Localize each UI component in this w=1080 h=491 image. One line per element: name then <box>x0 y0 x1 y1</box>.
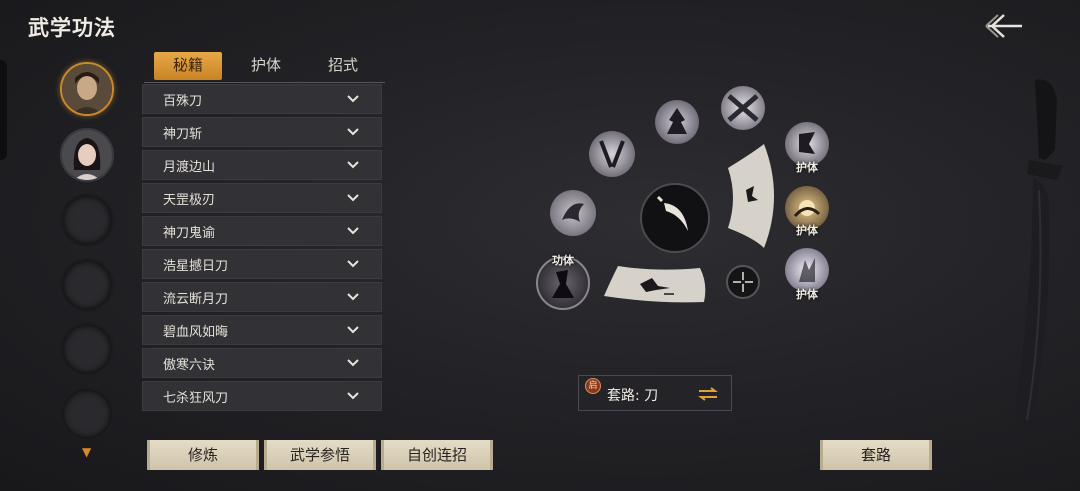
list-item[interactable]: 神刀鬼谕 <box>142 216 382 246</box>
twin-blades-icon <box>599 140 625 168</box>
list-item-label: 七杀狂风刀 <box>163 391 229 406</box>
chevron-down-icon <box>347 392 359 400</box>
tab-secret-manual[interactable]: 秘籍 <box>154 52 222 80</box>
chevron-down-icon <box>347 227 359 235</box>
female-portrait-icon <box>62 130 112 180</box>
skill-ink-swirl[interactable] <box>550 190 596 236</box>
chevron-down-icon <box>347 359 359 367</box>
crosshair-icon <box>733 272 753 292</box>
weapon-blade-image <box>1015 79 1063 440</box>
list-item-label: 浩星撼日刀 <box>163 259 229 274</box>
avatar-slot-empty[interactable] <box>60 322 114 376</box>
list-item[interactable]: 浩星撼日刀 <box>142 249 382 279</box>
tab-body-protection[interactable]: 护体 <box>232 52 300 80</box>
skill-twin-blades[interactable] <box>589 131 635 177</box>
list-item[interactable]: 百殊刀 <box>142 84 382 114</box>
list-item[interactable]: 神刀斩 <box>142 117 382 147</box>
list-item-label: 百殊刀 <box>163 94 203 109</box>
chevron-down-icon <box>347 161 359 169</box>
list-item[interactable]: 碧血风如晦 <box>142 315 382 345</box>
list-item-label: 神刀斩 <box>163 127 203 142</box>
skill-arc-bottom[interactable] <box>600 262 710 306</box>
suit-button[interactable]: 套路 <box>820 440 932 470</box>
list-item-label: 流云断月刀 <box>163 292 229 307</box>
suit-selector[interactable]: 启 套路: 刀 <box>578 375 732 411</box>
avatar-male-hero[interactable] <box>60 62 114 116</box>
tab-moves[interactable]: 招式 <box>309 52 377 80</box>
target-skill[interactable] <box>726 265 760 299</box>
list-item-label: 碧血风如晦 <box>163 325 229 340</box>
list-item[interactable]: 流云断月刀 <box>142 282 382 312</box>
technique-tabs: 秘籍 护体 招式 <box>144 52 385 83</box>
list-item[interactable]: 天罡极刃 <box>142 183 382 213</box>
gongti-label: 功体 <box>552 254 574 267</box>
avatar-slot-empty[interactable] <box>60 258 114 312</box>
practice-button[interactable]: 修炼 <box>147 440 259 470</box>
skill-shadow-figure[interactable] <box>655 100 699 144</box>
huti-label-3: 护体 <box>796 288 818 301</box>
suit-badge: 启 <box>585 378 601 394</box>
list-item[interactable]: 七杀狂风刀 <box>142 381 382 411</box>
male-portrait-icon <box>62 64 112 114</box>
list-item[interactable]: 月渡边山 <box>142 150 382 180</box>
page-title: 武学功法 <box>28 16 116 40</box>
blade-slash-icon <box>656 195 688 231</box>
chevron-down-icon <box>347 194 359 202</box>
avatar-slot-empty[interactable] <box>60 387 114 441</box>
cross-slash-icon <box>727 94 759 122</box>
back-button[interactable] <box>978 10 1026 42</box>
swap-arrows-icon[interactable] <box>697 387 719 401</box>
suit-label: 套路: 刀 <box>607 388 659 404</box>
list-item-label: 天罡极刃 <box>163 193 216 208</box>
skill-cross-slash[interactable] <box>721 86 765 130</box>
chevron-down-icon <box>347 95 359 103</box>
scroll-down-arrow-icon[interactable]: ▼ <box>82 445 91 459</box>
list-item-label: 傲寒六诀 <box>163 358 216 373</box>
main-blade-skill[interactable] <box>640 183 710 253</box>
list-item-label: 月渡边山 <box>163 160 216 175</box>
shadow-figure-icon <box>667 108 687 134</box>
list-item[interactable]: 傲寒六诀 <box>142 348 382 378</box>
ink-swirl-icon <box>562 203 584 222</box>
avatar-slot-empty[interactable] <box>60 193 114 247</box>
huti-label-2: 护体 <box>796 224 818 237</box>
huti-label-1: 护体 <box>796 161 818 174</box>
back-arrow-icon <box>985 14 1022 38</box>
chevron-down-icon <box>347 260 359 268</box>
skill-arc-right[interactable] <box>724 140 780 252</box>
list-item-label: 神刀鬼谕 <box>163 226 216 241</box>
custom-combo-button[interactable]: 自创连招 <box>381 440 493 470</box>
martial-insight-button[interactable]: 武学参悟 <box>264 440 376 470</box>
chevron-down-icon <box>347 326 359 334</box>
chevron-down-icon <box>347 293 359 301</box>
chevron-down-icon <box>347 128 359 136</box>
left-edge-handle <box>0 60 7 160</box>
avatar-female-hero[interactable] <box>60 128 114 182</box>
